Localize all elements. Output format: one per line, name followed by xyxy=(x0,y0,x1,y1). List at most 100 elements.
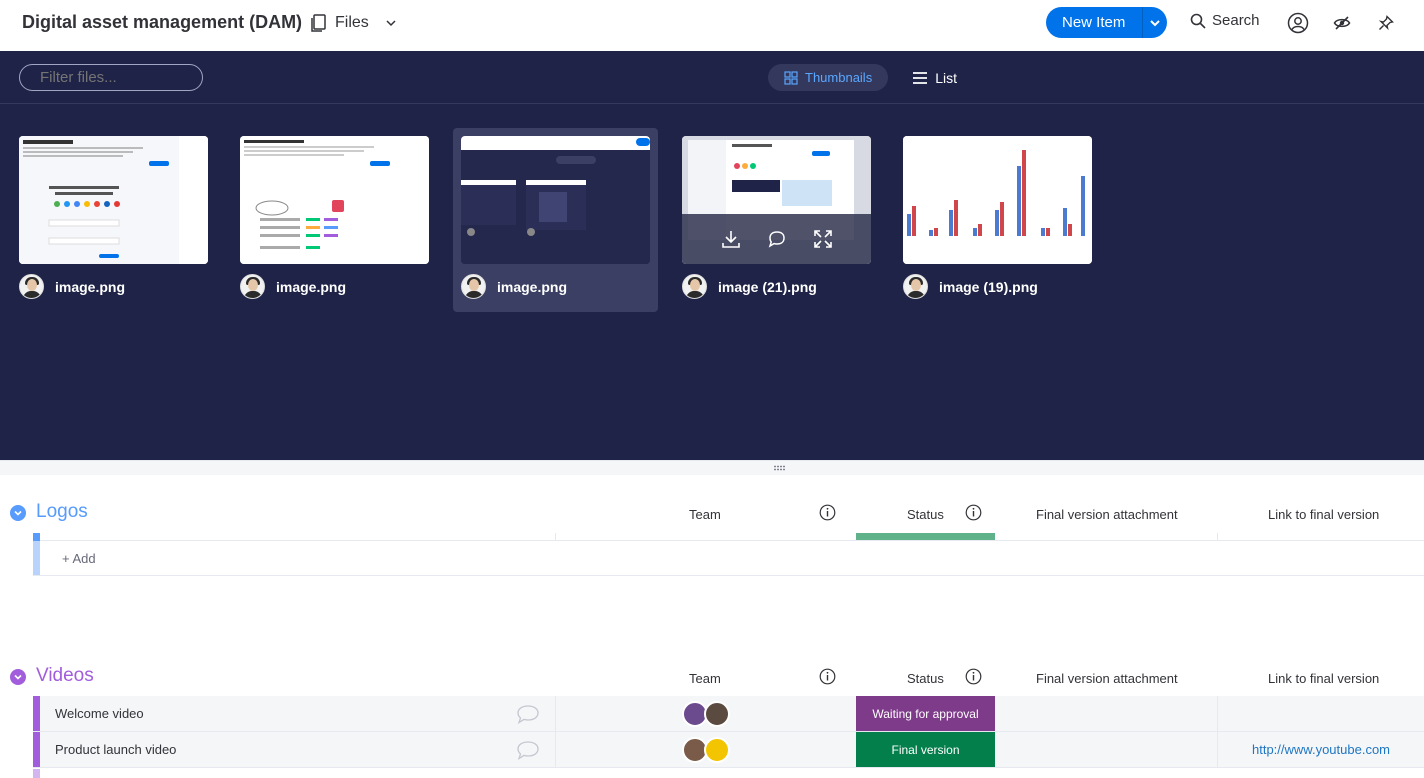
view-label: Files xyxy=(335,14,369,31)
file-name[interactable]: image (21).png xyxy=(718,279,817,295)
avatar xyxy=(19,274,44,299)
status-label[interactable]: Final version xyxy=(856,732,995,767)
view-toggle: Thumbnails List xyxy=(768,64,973,91)
item-name[interactable]: Welcome video xyxy=(55,706,144,721)
drag-handle-icon[interactable] xyxy=(773,465,787,471)
add-item-label[interactable]: + Add xyxy=(62,551,96,566)
file-meta: image.png xyxy=(461,274,567,299)
list-icon xyxy=(913,71,928,84)
filter-files-input[interactable] xyxy=(19,64,203,91)
file-thumbnail[interactable] xyxy=(903,136,1092,264)
cell-divider xyxy=(555,533,556,541)
info-icon[interactable] xyxy=(965,504,982,521)
cell-divider xyxy=(1217,696,1218,731)
column-header-team[interactable]: Team xyxy=(689,671,721,686)
column-header-attachment[interactable]: Final version attachment xyxy=(1036,671,1178,686)
group-header-logos: Logos Team Status Final version attachme… xyxy=(0,495,1424,531)
avatar xyxy=(461,274,486,299)
column-header-attachment[interactable]: Final version attachment xyxy=(1036,507,1178,522)
new-item-label: New Item xyxy=(1062,14,1126,31)
list-label: List xyxy=(935,69,957,86)
view-selector[interactable]: Files xyxy=(311,11,397,35)
search-label: Search xyxy=(1212,12,1260,29)
file-thumbnail[interactable] xyxy=(682,136,871,264)
file-gallery: Thumbnails List image.png xyxy=(0,51,1424,460)
search-icon xyxy=(1190,13,1206,29)
thumbnails-view-button[interactable]: Thumbnails xyxy=(768,64,889,91)
file-name[interactable]: image (19).png xyxy=(939,279,1038,295)
pin-icon[interactable] xyxy=(1374,11,1398,35)
file-tile-selected[interactable]: image.png xyxy=(453,128,658,312)
group-name[interactable]: Videos xyxy=(36,665,94,687)
new-item-dropdown[interactable] xyxy=(1142,7,1167,38)
conversation-icon[interactable] xyxy=(515,740,541,760)
info-icon[interactable] xyxy=(819,504,836,521)
download-icon[interactable] xyxy=(719,227,743,251)
file-thumbnail[interactable] xyxy=(19,136,208,264)
grid-icon xyxy=(784,70,798,85)
column-header-link[interactable]: Link to final version xyxy=(1268,671,1379,686)
file-tile[interactable]: image.png xyxy=(11,128,216,312)
table-row[interactable]: Product launch video Final version http:… xyxy=(33,732,1424,768)
collapse-group-icon[interactable] xyxy=(10,505,26,521)
thumbnail-actions xyxy=(682,214,871,264)
avatar xyxy=(704,701,730,727)
file-meta: image (19).png xyxy=(903,274,1038,299)
comment-icon[interactable] xyxy=(765,227,789,251)
top-bar: Digital asset management (DAM) Files New… xyxy=(0,0,1424,51)
file-thumbnail[interactable] xyxy=(240,136,429,264)
divider xyxy=(0,103,1424,104)
chevron-down-icon xyxy=(1150,19,1160,26)
file-name[interactable]: image.png xyxy=(497,279,567,295)
expand-icon[interactable] xyxy=(811,227,835,251)
eye-hidden-icon[interactable] xyxy=(1330,11,1354,35)
avatar xyxy=(903,274,928,299)
team-avatars[interactable] xyxy=(682,701,730,727)
table-row-partial xyxy=(33,769,1424,778)
board-title[interactable]: Digital asset management (DAM) xyxy=(22,12,302,33)
thumbnails-label: Thumbnails xyxy=(805,70,873,85)
table-row[interactable]: Welcome video Waiting for approval xyxy=(33,696,1424,732)
column-header-status[interactable]: Status xyxy=(907,671,944,686)
item-name[interactable]: Product launch video xyxy=(55,742,176,757)
add-item-row[interactable]: + Add xyxy=(33,541,1424,576)
info-icon[interactable] xyxy=(965,668,982,685)
file-name[interactable]: image.png xyxy=(55,279,125,295)
list-view-button[interactable]: List xyxy=(896,64,973,91)
chevron-down-icon[interactable] xyxy=(385,17,397,29)
cell-divider xyxy=(1217,732,1218,767)
status-label[interactable]: Waiting for approval xyxy=(856,696,995,731)
column-header-team[interactable]: Team xyxy=(689,507,721,522)
group-color-bar xyxy=(33,533,40,541)
file-meta: image.png xyxy=(19,274,125,299)
status-cell xyxy=(856,533,995,540)
file-thumbnail[interactable] xyxy=(461,136,650,264)
group-header-videos: Videos Team Status Final version attachm… xyxy=(0,659,1424,695)
cell-divider xyxy=(555,732,556,767)
group-name[interactable]: Logos xyxy=(36,501,88,523)
person-icon[interactable] xyxy=(1286,11,1310,35)
file-tile[interactable]: image (19).png xyxy=(895,128,1100,312)
conversation-icon[interactable] xyxy=(515,704,541,724)
column-header-status[interactable]: Status xyxy=(907,507,944,522)
file-meta: image.png xyxy=(240,274,346,299)
avatar xyxy=(240,274,265,299)
panel-resize-handle[interactable] xyxy=(0,460,1424,475)
group-color-bar xyxy=(33,769,40,778)
cell-divider xyxy=(555,696,556,731)
column-header-link[interactable]: Link to final version xyxy=(1268,507,1379,522)
group-color-bar xyxy=(33,732,40,767)
final-version-link[interactable]: http://www.youtube.com xyxy=(1252,742,1390,757)
new-item-button[interactable]: New Item xyxy=(1046,7,1167,38)
file-meta: image (21).png xyxy=(682,274,817,299)
cell-divider xyxy=(1217,533,1218,541)
group-color-bar xyxy=(33,696,40,731)
team-avatars[interactable] xyxy=(682,737,730,763)
table-row-partial xyxy=(33,533,1424,541)
file-tile-hovered[interactable]: image (21).png xyxy=(674,128,879,312)
search-button[interactable]: Search xyxy=(1190,12,1260,29)
file-name[interactable]: image.png xyxy=(276,279,346,295)
file-tile[interactable]: image.png xyxy=(232,128,437,312)
collapse-group-icon[interactable] xyxy=(10,669,26,685)
info-icon[interactable] xyxy=(819,668,836,685)
